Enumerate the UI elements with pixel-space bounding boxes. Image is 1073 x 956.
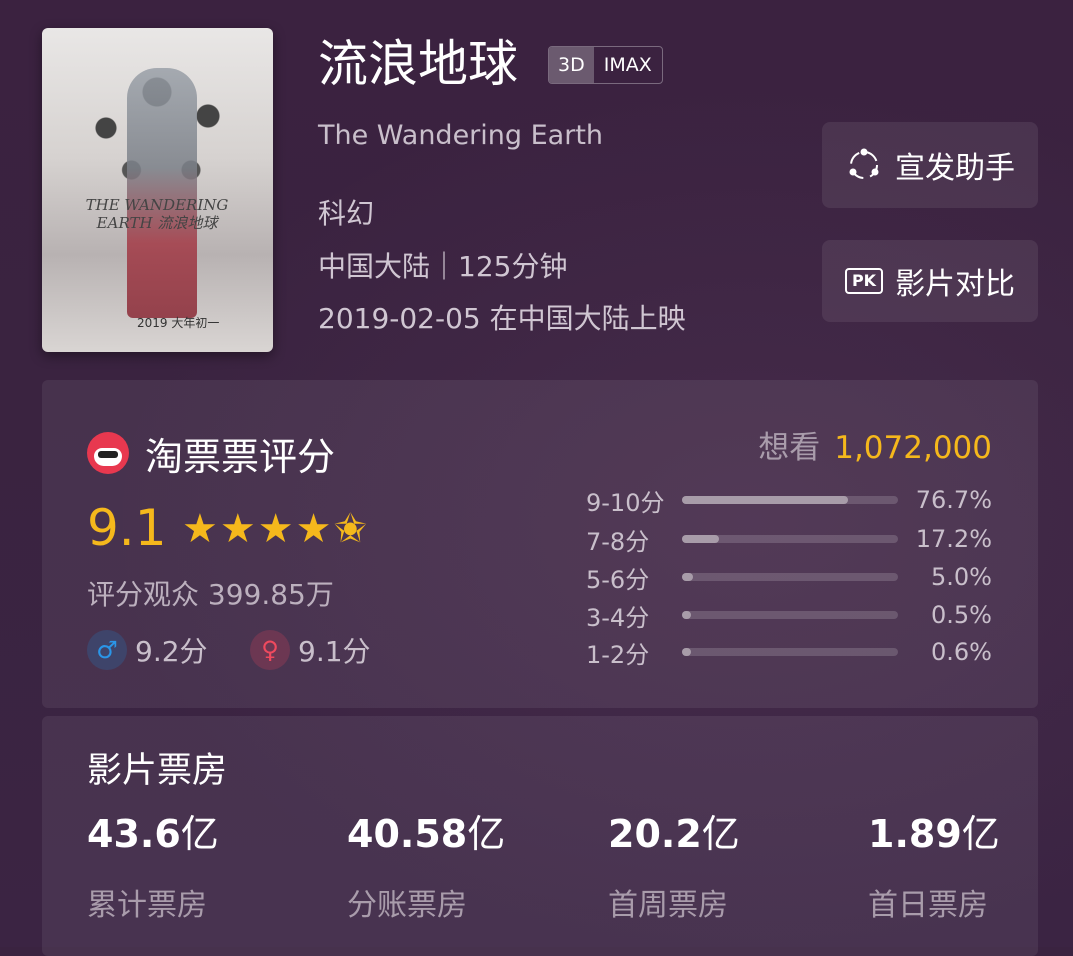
distribution-bar-track [682, 496, 898, 504]
distribution-range: 1-2分 [586, 640, 650, 669]
distribution-bar-fill [682, 535, 720, 543]
rating-panel: 淘票票评分 9.1 ★★★★✬ 评分观众 399.85万 ♂ 9.2分 ♀ 9.… [42, 380, 1038, 708]
pk-compare-icon: PK [844, 268, 884, 294]
box-office-value: 40.58亿 [347, 812, 506, 856]
box-office-value: 20.2亿 [608, 812, 740, 856]
promo-assistant-label: 宣发助手 [895, 151, 1015, 186]
male-score: 9.2分 [135, 635, 208, 668]
box-office-item-split: 40.58亿 分账票房 [347, 812, 505, 924]
male-rating: ♂ 9.2分 [87, 630, 208, 670]
taopiaopiao-logo-icon [87, 432, 129, 474]
female-icon: ♀ [250, 630, 290, 670]
movie-genre: 科幻 [318, 197, 375, 230]
box-office-value: 1.89亿 [868, 812, 1000, 856]
distribution-bar-fill [682, 648, 691, 656]
box-office-item-total: 43.6亿 累计票房 [87, 812, 219, 924]
rating-audience-count: 评分观众 399.85万 [87, 578, 334, 611]
box-office-label: 首日票房 [868, 888, 988, 923]
distribution-row: 1-2分 0.6% [586, 635, 992, 669]
rating-source-label: 淘票票评分 [145, 435, 336, 479]
region-duration: 中国大陆｜125分钟 [318, 250, 568, 283]
distribution-percent: 0.6% [931, 638, 992, 666]
movie-compare-label: 影片对比 [895, 267, 1016, 302]
want-label: 想看 [758, 430, 821, 466]
poster-title-text: THE WANDERING EARTH 流浪地球 [85, 196, 229, 232]
movie-poster[interactable]: THE WANDERING EARTH 流浪地球 2019 大年初一 [42, 28, 273, 352]
distribution-bar-track [682, 573, 898, 581]
format-imax: IMAX [603, 54, 652, 76]
distribution-percent: 76.7% [915, 486, 992, 514]
box-office-label: 首周票房 [608, 888, 728, 923]
male-icon: ♂ [87, 630, 127, 670]
female-rating: ♀ 9.1分 [250, 630, 371, 670]
english-title: The Wandering Earth [318, 120, 604, 151]
want-to-see: 想看 1,072,000 [758, 422, 992, 467]
distribution-row: 7-8分 17.2% [586, 522, 992, 556]
distribution-range: 9-10分 [586, 488, 665, 517]
distribution-row: 9-10分 76.7% [586, 483, 992, 517]
box-office-item-first-week: 20.2亿 首周票房 [608, 812, 740, 924]
distribution-row: 3-4分 0.5% [586, 598, 992, 632]
distribution-range: 7-8分 [586, 527, 650, 556]
distribution-percent: 0.5% [931, 601, 992, 629]
movie-title: 流浪地球 [318, 35, 518, 93]
distribution-bar-track [682, 611, 898, 619]
female-score: 9.1分 [298, 635, 371, 668]
distribution-percent: 17.2% [915, 525, 992, 553]
promo-share-icon [849, 148, 879, 179]
box-office-label: 分账票房 [347, 888, 467, 923]
distribution-range: 3-4分 [586, 603, 650, 632]
poster-astronaut-figure [127, 68, 197, 318]
distribution-bar-fill [682, 611, 691, 619]
movie-compare-button[interactable]: PK 影片对比 [822, 240, 1038, 322]
distribution-percent: 5.0% [931, 563, 992, 591]
format-badge: 3D IMAX [548, 46, 663, 84]
distribution-range: 5-6分 [586, 565, 650, 594]
release-date: 2019-02-05 在中国大陆上映 [318, 302, 686, 335]
distribution-bar-fill [682, 573, 693, 581]
poster-year-text: 2019 大年初一 [137, 316, 220, 330]
box-office-value: 43.6亿 [87, 812, 219, 856]
distribution-bar-fill [682, 496, 848, 504]
want-count: 1,072,000 [834, 430, 992, 466]
box-office-panel: 影片票房 43.6亿 累计票房 40.58亿 分账票房 20.2亿 首周票房 1… [42, 716, 1038, 956]
rating-score: 9.1 [87, 499, 167, 557]
distribution-bar-track [682, 535, 898, 543]
distribution-bar-track [682, 648, 898, 656]
box-office-heading: 影片票房 [87, 751, 228, 791]
rating-stars: ★★★★✬ [182, 506, 369, 552]
distribution-row: 5-6分 5.0% [586, 560, 992, 594]
box-office-item-first-day: 1.89亿 首日票房 [868, 812, 1000, 924]
format-3d: 3D [549, 47, 594, 83]
box-office-label: 累计票房 [87, 888, 207, 923]
promo-assistant-button[interactable]: 宣发助手 [822, 122, 1038, 208]
